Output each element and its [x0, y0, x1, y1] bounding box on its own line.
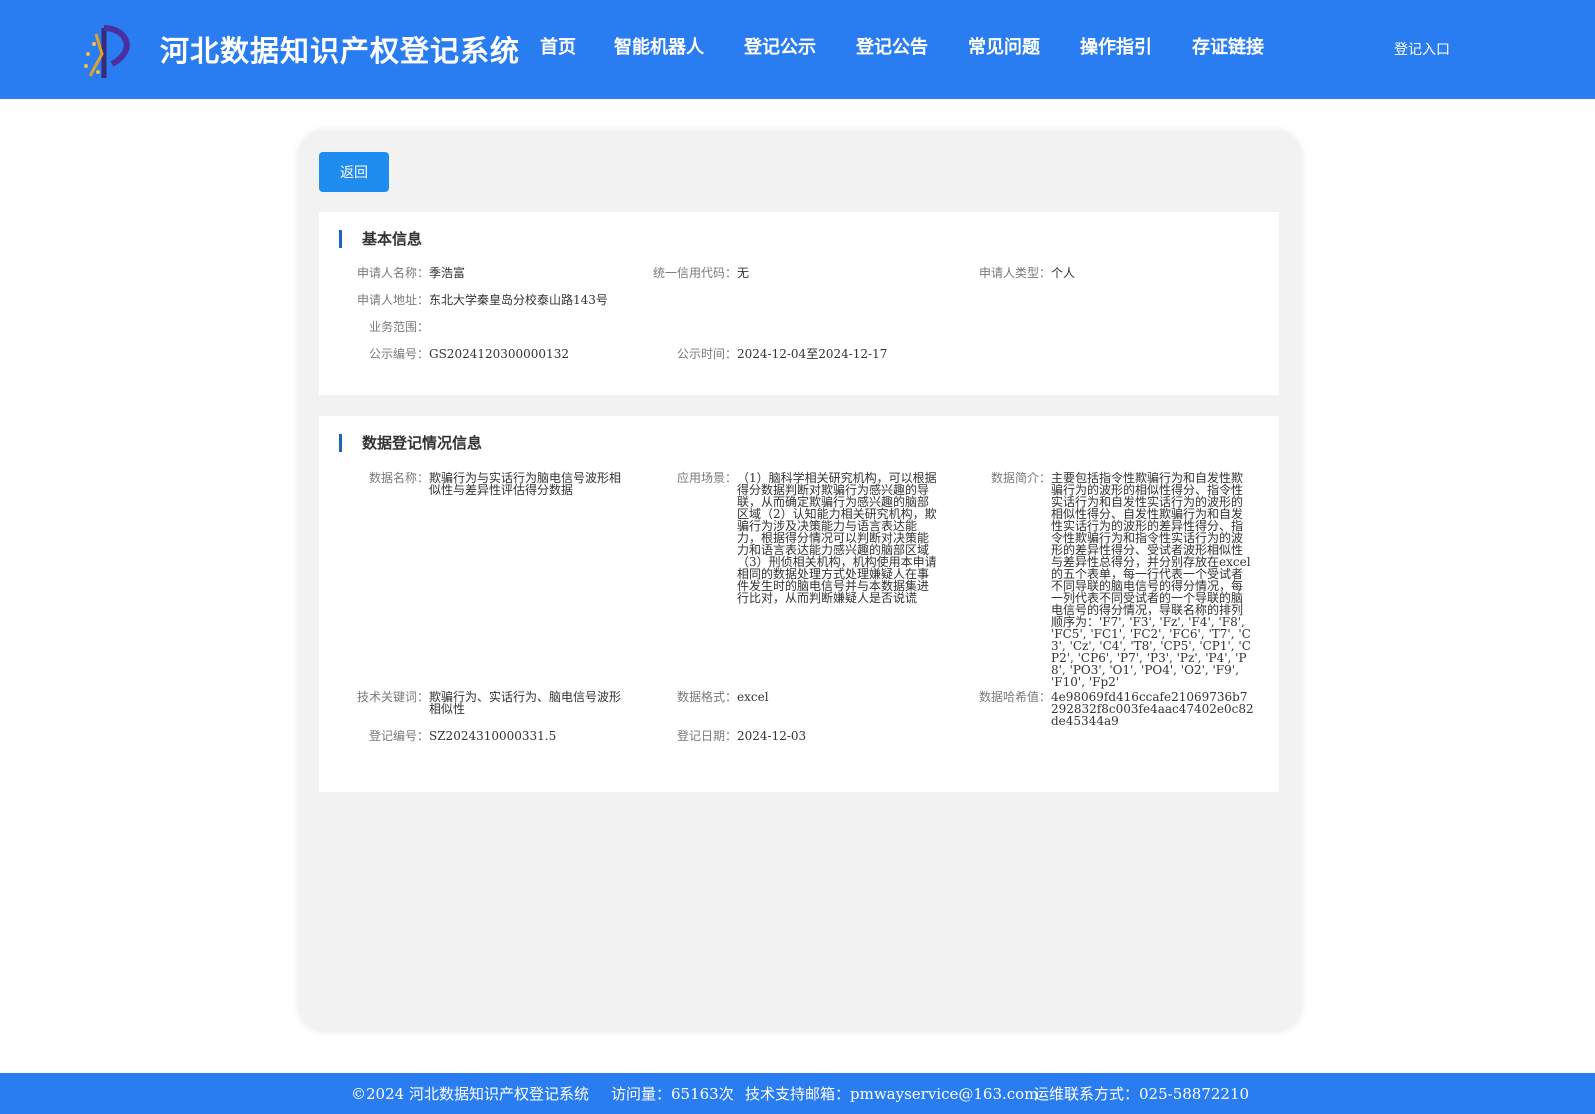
field-applicant-type: 申请人类型： 个人 [978, 266, 1076, 280]
field-application-scene: 应用场景： （1）脑科学相关研究机构，可以根据得分数据判断对欺骗行为感兴趣的导联… [676, 471, 937, 605]
field-registration-date: 登记日期： 2024-12-03 [676, 729, 807, 743]
nav-home[interactable]: 首页 [540, 33, 576, 59]
field-data-hash: 数据哈希值： 4e98069fd416ccafe21069736b7292832… [978, 690, 1254, 728]
nav-faq[interactable]: 常见问题 [968, 33, 1040, 59]
logo-icon [84, 25, 130, 78]
field-registration-number: 登记编号： SZ2024310000331.5 [368, 729, 557, 743]
field-notice-number: 公示编号： GS2024120300000132 [368, 347, 569, 361]
field-applicant-address: 申请人地址： 东北大学秦皇岛分校泰山路143号 [357, 293, 608, 307]
nav-registration-notice[interactable]: 登记公示 [744, 33, 816, 59]
nav-guide[interactable]: 操作指引 [1080, 33, 1152, 59]
field-data-name: 数据名称： 欺骗行为与实话行为脑电信号波形相似性与差异性评估得分数据 [368, 471, 622, 497]
nav-evidence-link[interactable]: 存证链接 [1192, 33, 1264, 59]
nav-registration-announcement[interactable]: 登记公告 [856, 33, 928, 59]
site-title: 河北数据知识产权登记系统 [160, 34, 521, 68]
basic-info-card: 基本信息 申请人名称： 季浩富 统一信用代码： 无 申请人类型： 个人 申请人地… [319, 212, 1279, 395]
footer: ©2024 河北数据知识产权登记系统 访问量：65163次 技术支持邮箱：pmw… [0, 1073, 1595, 1114]
registration-info-card: 数据登记情况信息 数据名称： 欺骗行为与实话行为脑电信号波形相似性与差异性评估得… [319, 416, 1279, 792]
footer-contact: 运维联系方式：025-58872210 [1034, 1085, 1250, 1103]
field-data-summary: 数据简介： 主要包括指令性欺骗行为和自发性欺骗行为的波形的相似性得分、指令性实话… [990, 471, 1251, 689]
field-credit-code: 统一信用代码： 无 [653, 266, 750, 280]
section-title: 基本信息 [339, 230, 422, 248]
header: 河北数据知识产权登记系统 首页 智能机器人 登记公示 登记公告 常见问题 操作指… [0, 0, 1595, 99]
nav-robot[interactable]: 智能机器人 [614, 33, 704, 59]
field-data-format: 数据格式： excel [676, 690, 769, 704]
field-applicant-name: 申请人名称： 季浩富 [357, 266, 466, 280]
field-notice-time: 公示时间： 2024-12-04至2024-12-17 [676, 347, 888, 361]
main-nav: 首页 智能机器人 登记公示 登记公告 常见问题 操作指引 存证链接 [540, 33, 1304, 59]
field-keywords: 技术关键词： 欺骗行为、实话行为、脑电信号波形相似性 [357, 690, 622, 716]
section-title: 数据登记情况信息 [339, 434, 482, 452]
footer-email: 技术支持邮箱：pmwayservice@163.com [745, 1085, 1039, 1103]
footer-copyright: ©2024 河北数据知识产权登记系统 [351, 1085, 589, 1103]
back-button[interactable]: 返回 [319, 152, 389, 192]
detail-panel: 返回 基本信息 申请人名称： 季浩富 统一信用代码： 无 申请人类型： 个人 申… [299, 131, 1301, 1031]
footer-visits: 访问量：65163次 [611, 1085, 734, 1103]
field-business-scope: 业务范围： [368, 320, 429, 334]
login-link[interactable]: 登记入口 [1394, 39, 1450, 59]
